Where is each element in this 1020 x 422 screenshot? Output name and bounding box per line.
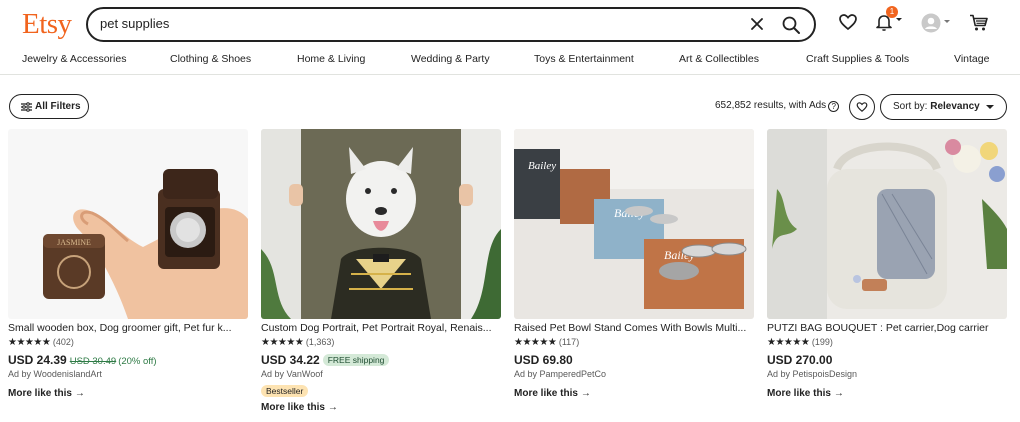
star-rating: ★★★★★ xyxy=(767,337,810,348)
chevron-down-icon[interactable] xyxy=(944,20,950,23)
more-like-this-button[interactable]: More like this → xyxy=(261,402,338,413)
listing-title[interactable]: Small wooden box, Dog groomer gift, Pet … xyxy=(8,322,248,334)
heart-icon xyxy=(856,102,868,112)
header-divider xyxy=(0,74,1020,75)
listing-card[interactable]: Bailey Bailey Bailey Raised Pet Bowl Sta… xyxy=(514,129,754,419)
listing-rating: ★★★★★ (117) xyxy=(514,337,579,348)
cart-icon[interactable] xyxy=(969,13,989,38)
listing-price: USD 69.80 xyxy=(514,351,573,369)
more-like-this-button[interactable]: More like this → xyxy=(514,388,591,399)
nav-item-craft[interactable]: Craft Supplies & Tools xyxy=(806,53,909,65)
listing-rating: ★★★★★ (402) xyxy=(8,337,74,348)
original-price: USD 30.49 xyxy=(69,356,117,367)
search-input[interactable] xyxy=(100,16,700,31)
nav-item-vintage[interactable]: Vintage xyxy=(954,53,989,65)
discount: (20% off) xyxy=(118,356,157,367)
more-like-this-button[interactable]: More like this → xyxy=(8,388,85,399)
ad-by[interactable]: Ad by WoodenislandArt xyxy=(8,369,102,379)
results-text: 652,852 results, with Ads xyxy=(715,100,827,111)
listing-rating: ★★★★★ (1,363) xyxy=(261,337,334,348)
search-icon[interactable] xyxy=(780,14,802,36)
listing-price: USD 24.39 USD 30.49 (20% off) xyxy=(8,351,157,369)
sort-dropdown[interactable]: Sort by: Relevancy xyxy=(880,94,1007,120)
bestseller-badge: Bestseller xyxy=(261,385,309,397)
price-amount: USD 69.80 xyxy=(514,353,573,367)
review-count: (117) xyxy=(558,337,580,347)
more-like-this-button[interactable]: More like this → xyxy=(767,388,844,399)
chevron-down-icon[interactable] xyxy=(896,18,902,21)
save-search-button[interactable] xyxy=(849,94,875,120)
listing-image[interactable]: Bailey Bailey Bailey xyxy=(514,129,754,319)
arrow-right-icon: → xyxy=(74,388,85,399)
listing-image[interactable] xyxy=(767,129,1007,319)
star-rating: ★★★★★ xyxy=(8,337,51,348)
all-filters-button[interactable]: All Filters xyxy=(9,94,89,119)
price-amount: USD 270.00 xyxy=(767,353,833,367)
listing-rating: ★★★★★ (199) xyxy=(767,337,833,348)
review-count: (199) xyxy=(811,337,833,347)
arrow-right-icon: → xyxy=(327,402,338,413)
nav-item-home[interactable]: Home & Living xyxy=(297,53,365,65)
sort-value: Relevancy xyxy=(930,101,980,112)
more-like-this-label: More like this xyxy=(767,388,831,399)
nav-item-toys[interactable]: Toys & Entertainment xyxy=(534,53,634,65)
etsy-logo[interactable]: Etsy xyxy=(22,8,72,41)
avatar[interactable] xyxy=(921,13,941,38)
listing-image[interactable]: JASMINE xyxy=(8,129,248,319)
more-like-this-label: More like this xyxy=(8,388,72,399)
filter-icon xyxy=(21,102,32,112)
listing-title[interactable]: Raised Pet Bowl Stand Comes With Bowls M… xyxy=(514,322,754,334)
results-count: 652,852 results, with Ads? xyxy=(715,100,840,112)
more-like-this-label: More like this xyxy=(514,388,578,399)
category-nav: Jewelry & Accessories Clothing & Shoes H… xyxy=(0,53,1020,73)
free-shipping-badge: FREE shipping xyxy=(322,354,390,366)
close-icon[interactable] xyxy=(748,15,766,33)
nav-item-art[interactable]: Art & Collectibles xyxy=(679,53,759,65)
nav-item-wedding[interactable]: Wedding & Party xyxy=(411,53,490,65)
svg-text:Bailey: Bailey xyxy=(528,160,556,172)
sort-label: Sort by: xyxy=(893,101,928,112)
listing-title[interactable]: Custom Dog Portrait, Pet Portrait Royal,… xyxy=(261,322,501,334)
star-rating: ★★★★★ xyxy=(261,337,304,348)
nav-item-jewelry[interactable]: Jewelry & Accessories xyxy=(22,53,126,65)
all-filters-label: All Filters xyxy=(35,101,81,112)
nav-item-clothing[interactable]: Clothing & Shoes xyxy=(170,53,251,65)
ad-by[interactable]: Ad by PamperedPetCo xyxy=(514,369,606,379)
more-like-this-label: More like this xyxy=(261,402,325,413)
caret-down-icon xyxy=(986,105,994,109)
listing-title[interactable]: PUTZI BAG BOUQUET : Pet carrier,Dog carr… xyxy=(767,322,1007,334)
ad-by[interactable]: Ad by PetispoisDesign xyxy=(767,369,857,379)
price-amount: USD 24.39 xyxy=(8,353,67,367)
notification-badge: 1 xyxy=(886,6,898,18)
help-icon[interactable]: ? xyxy=(828,101,840,112)
svg-text:JASMINE: JASMINE xyxy=(57,238,91,247)
listing-price: USD 34.22 FREE shipping xyxy=(261,351,390,369)
search-bar[interactable] xyxy=(86,7,816,42)
review-count: (1,363) xyxy=(305,337,335,347)
review-count: (402) xyxy=(52,337,74,347)
star-rating: ★★★★★ xyxy=(514,337,557,348)
arrow-right-icon: → xyxy=(833,388,844,399)
heart-icon[interactable] xyxy=(838,12,858,37)
ad-by[interactable]: Ad by VanWoof xyxy=(261,369,323,379)
listing-card[interactable]: JASMINE Small wooden box, Dog groomer gi… xyxy=(8,129,248,419)
listing-card[interactable]: Custom Dog Portrait, Pet Portrait Royal,… xyxy=(261,129,501,419)
price-amount: USD 34.22 xyxy=(261,353,320,367)
arrow-right-icon: → xyxy=(580,388,591,399)
listing-price: USD 270.00 xyxy=(767,351,832,369)
listing-image[interactable] xyxy=(261,129,501,319)
listing-card[interactable]: PUTZI BAG BOUQUET : Pet carrier,Dog carr… xyxy=(767,129,1007,419)
